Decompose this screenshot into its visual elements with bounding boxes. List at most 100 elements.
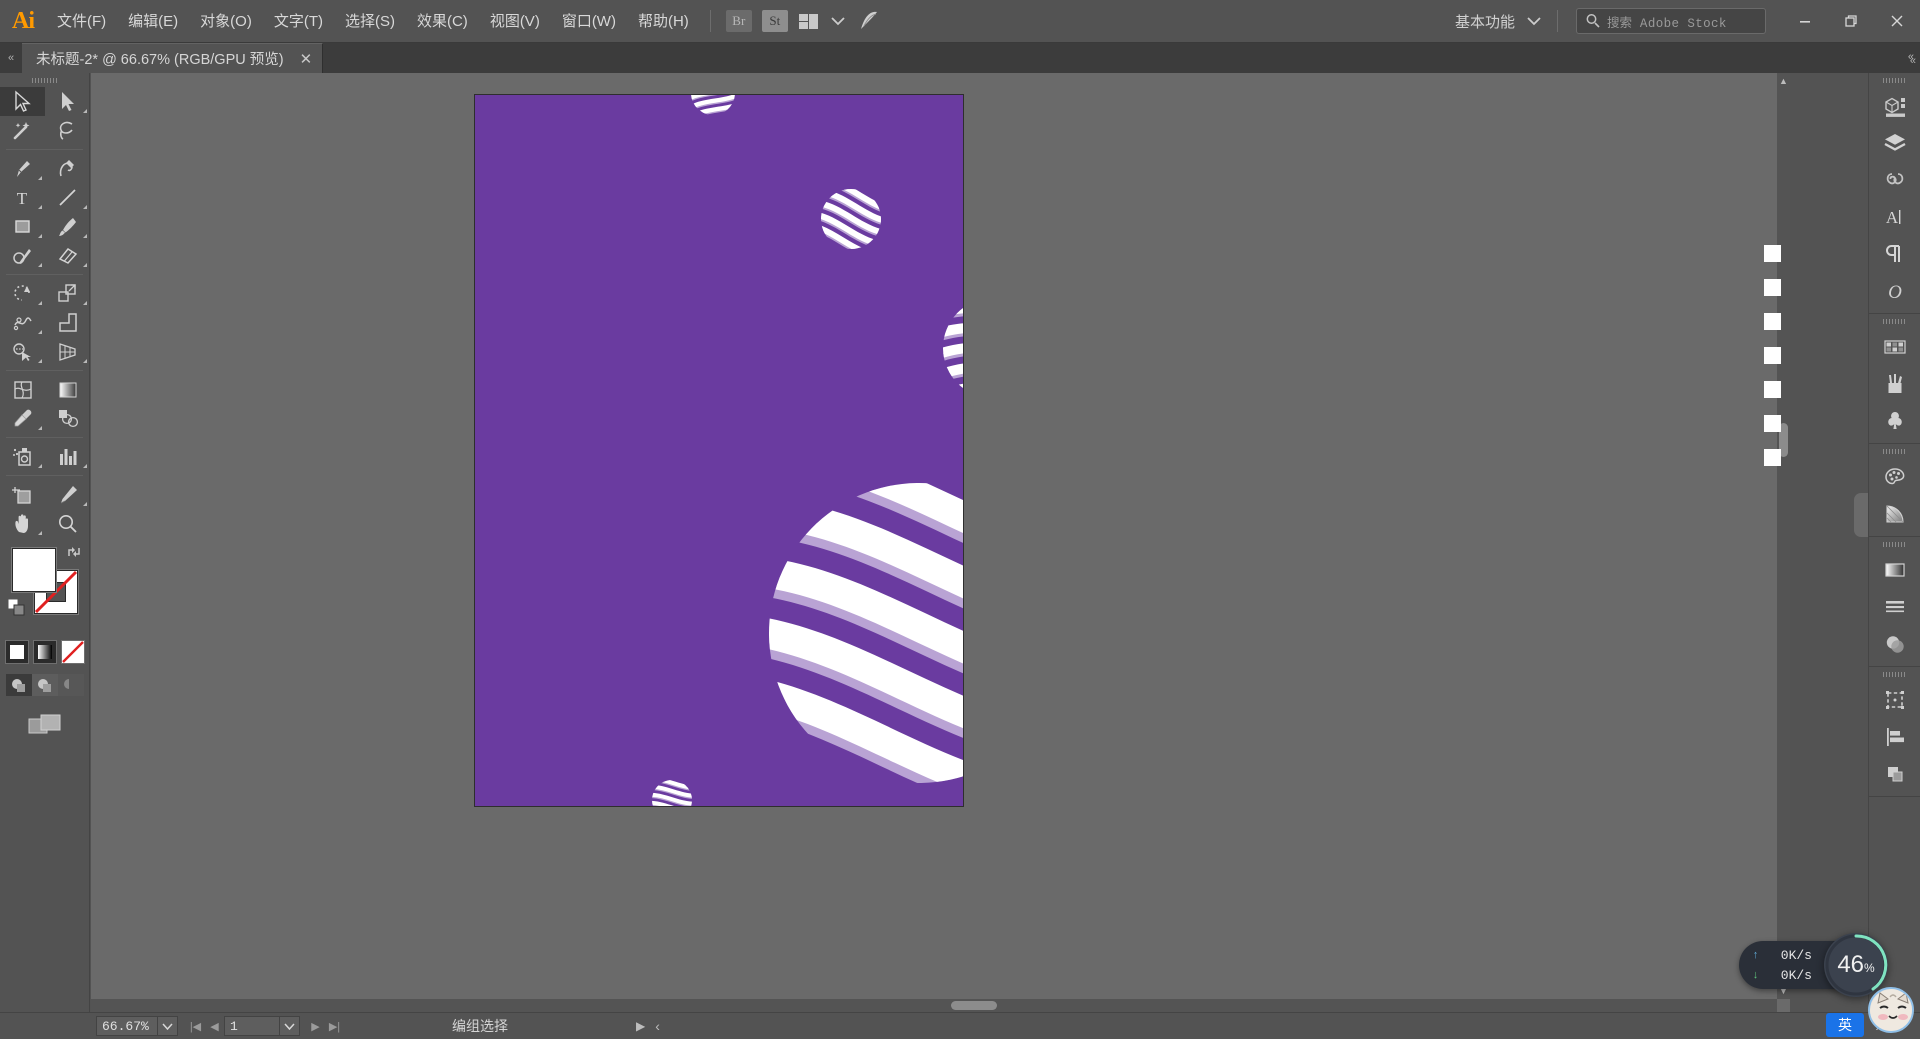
menu-window[interactable]: 窗口(W) xyxy=(551,0,627,43)
direct-selection-tool[interactable] xyxy=(45,87,90,116)
transparency-panel-icon[interactable] xyxy=(1869,625,1920,662)
search-input[interactable]: 搜索 Adobe Stock xyxy=(1576,8,1766,34)
layers-panel-icon[interactable] xyxy=(1869,124,1920,161)
ime-indicator[interactable]: 英 xyxy=(1826,1013,1864,1037)
sphere-upper-right[interactable] xyxy=(801,175,902,263)
window-close-button[interactable] xyxy=(1874,0,1920,43)
fill-swatch[interactable] xyxy=(12,548,56,592)
sphere-top-small[interactable] xyxy=(677,95,749,124)
sphere-big-bottom[interactable] xyxy=(675,427,964,807)
pen-tool[interactable] xyxy=(0,154,45,183)
canvas-swatch[interactable] xyxy=(1764,415,1781,432)
cpu-usage-widget[interactable]: 46% xyxy=(1824,933,1888,997)
status-play-icon[interactable]: ▶ xyxy=(636,1019,645,1033)
color-panel-icon[interactable] xyxy=(1869,458,1920,495)
menu-effect[interactable]: 效果(C) xyxy=(406,0,479,43)
canvas-swatch[interactable] xyxy=(1764,449,1781,466)
window-restore-button[interactable] xyxy=(1828,0,1874,43)
canvas-swatch[interactable] xyxy=(1764,381,1781,398)
canvas-horizontal-scrollbar[interactable] xyxy=(91,999,1777,1012)
next-artboard-button[interactable]: ▶ xyxy=(306,1015,325,1037)
mesh-tool[interactable] xyxy=(0,375,45,404)
menu-view[interactable]: 视图(V) xyxy=(479,0,551,43)
canvas-area[interactable]: ▲ ▼ xyxy=(91,73,1790,1012)
close-icon[interactable]: ✕ xyxy=(300,50,313,68)
lasso-tool[interactable] xyxy=(45,116,90,145)
artboard-number-input[interactable]: 1 xyxy=(224,1016,280,1036)
menu-type[interactable]: 文字(T) xyxy=(263,0,334,43)
canvas-swatch[interactable] xyxy=(1764,245,1781,262)
prev-artboard-button[interactable]: ◀ xyxy=(205,1015,224,1037)
width-tool[interactable] xyxy=(0,308,45,337)
selection-tool[interactable] xyxy=(0,87,45,116)
sphere-left-medium[interactable] xyxy=(914,283,964,412)
transform-panel-icon[interactable] xyxy=(1869,681,1920,718)
canvas-swatch[interactable] xyxy=(1764,347,1781,364)
pathfinder-panel-icon[interactable] xyxy=(1869,755,1920,792)
dock-group-grip-1[interactable] xyxy=(1869,73,1920,87)
symbol-sprayer-tool[interactable] xyxy=(0,442,45,471)
slice-tool[interactable] xyxy=(45,480,90,509)
window-minimize-button[interactable] xyxy=(1782,0,1828,43)
character-panel-icon[interactable]: A xyxy=(1869,198,1920,235)
canvas-vertical-scrollbar[interactable]: ▲ ▼ xyxy=(1777,73,1790,999)
stock-button[interactable]: St xyxy=(761,10,788,32)
column-graph-tool[interactable] xyxy=(45,442,90,471)
gradient-tool[interactable] xyxy=(45,375,90,404)
artwork-spheres[interactable] xyxy=(475,95,964,807)
line-segment-tool[interactable] xyxy=(45,183,90,212)
perspective-grid-tool[interactable] xyxy=(45,337,90,366)
dock-group-grip-3[interactable] xyxy=(1869,444,1920,458)
canvas-swatch[interactable] xyxy=(1764,279,1781,296)
avatar[interactable] xyxy=(1868,987,1914,1033)
brushes-panel-icon[interactable] xyxy=(1869,365,1920,402)
libraries-panel-icon[interactable] xyxy=(1869,161,1920,198)
toolbar-grip[interactable] xyxy=(0,73,89,87)
menu-help[interactable]: 帮助(H) xyxy=(627,0,700,43)
screen-mode-button[interactable] xyxy=(0,712,89,738)
scale-tool[interactable] xyxy=(45,279,90,308)
dock-group-grip-2[interactable] xyxy=(1869,314,1920,328)
zoom-tool[interactable] xyxy=(45,509,90,538)
gradient-panel-icon[interactable] xyxy=(1869,551,1920,588)
artboard-dropdown-icon[interactable] xyxy=(280,1016,300,1036)
zoom-dropdown-icon[interactable] xyxy=(158,1016,178,1036)
dock-group-grip-4[interactable] xyxy=(1869,537,1920,551)
curvature-tool[interactable] xyxy=(45,154,90,183)
document-tab[interactable]: 未标题-2* @ 66.67% (RGB/GPU 预览) ✕ xyxy=(22,43,324,73)
dock-resize-handle[interactable] xyxy=(1854,493,1868,537)
artboard-tool[interactable] xyxy=(0,480,45,509)
illustrator-glyph-icon[interactable] xyxy=(851,0,887,43)
type-tool[interactable]: T xyxy=(0,183,45,212)
blend-tool[interactable] xyxy=(45,404,90,433)
swatches-panel-icon[interactable] xyxy=(1869,328,1920,365)
none-button[interactable] xyxy=(61,640,85,664)
paintbrush-tool[interactable] xyxy=(45,212,90,241)
eyedropper-tool[interactable] xyxy=(0,404,45,433)
rectangle-tool[interactable] xyxy=(0,212,45,241)
arrange-documents-icon[interactable] xyxy=(793,0,825,43)
stroke-panel-icon[interactable] xyxy=(1869,588,1920,625)
glyphs-panel-icon[interactable]: O xyxy=(1869,272,1920,309)
collapse-left-icon[interactable]: « xyxy=(0,43,22,73)
free-transform-tool[interactable] xyxy=(45,308,90,337)
paragraph-panel-icon[interactable] xyxy=(1869,235,1920,272)
rotate-tool[interactable] xyxy=(0,279,45,308)
first-artboard-button[interactable]: |◀ xyxy=(186,1015,205,1037)
workspace-label[interactable]: 基本功能 xyxy=(1449,11,1521,32)
status-left-chevron[interactable]: ‹ xyxy=(655,1018,660,1034)
default-fill-stroke-icon[interactable] xyxy=(7,598,25,616)
sphere-bottom-small[interactable] xyxy=(641,776,702,807)
artboard[interactable] xyxy=(474,94,964,807)
shape-builder-tool[interactable] xyxy=(0,337,45,366)
draw-inside-button[interactable] xyxy=(57,674,84,696)
horizontal-scroll-thumb[interactable] xyxy=(951,1001,997,1010)
menu-edit[interactable]: 编辑(E) xyxy=(117,0,189,43)
menu-file[interactable]: 文件(F) xyxy=(46,0,117,43)
draw-behind-button[interactable] xyxy=(31,674,58,696)
gradient-button[interactable] xyxy=(33,640,57,664)
zoom-level-input[interactable]: 66.67% xyxy=(96,1016,158,1036)
align-panel-icon[interactable] xyxy=(1869,718,1920,755)
shaper-tool[interactable] xyxy=(0,241,45,270)
dock-group-grip-5[interactable] xyxy=(1869,667,1920,681)
